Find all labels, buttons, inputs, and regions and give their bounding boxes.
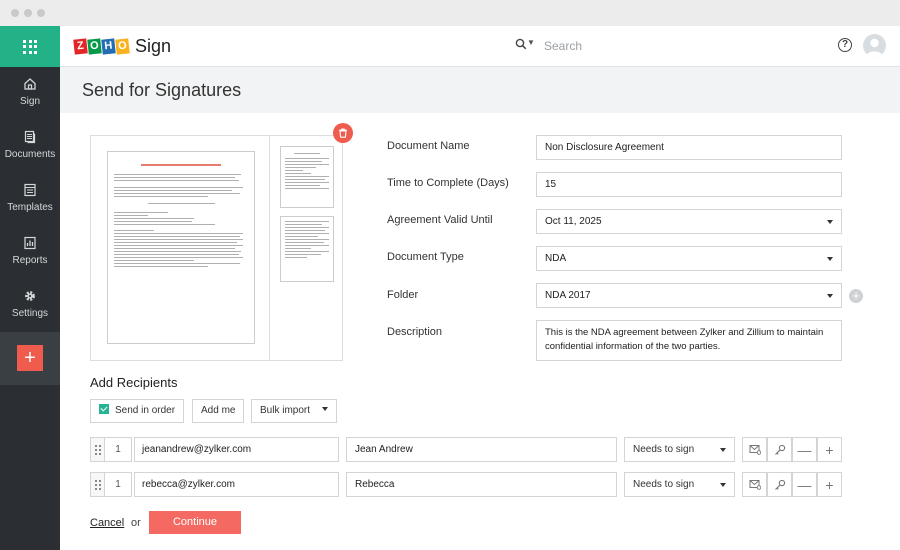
time-to-complete-field[interactable]: 15	[536, 172, 842, 197]
document-preview	[90, 135, 343, 361]
window-dot[interactable]	[24, 9, 32, 17]
recipient-email-field[interactable]: rebecca@zylker.com	[134, 472, 339, 497]
top-bar: Z O H O Sign ▼ ?	[60, 26, 900, 67]
documents-icon	[24, 130, 36, 144]
or-text: or	[131, 517, 141, 529]
document-name-label: Document Name	[387, 140, 470, 152]
sidebar-item-label: Settings	[11, 308, 49, 319]
search-input[interactable]	[544, 36, 744, 56]
recipient-row: 1 rebecca@zylker.com Rebecca Needs to si…	[90, 472, 842, 497]
product-name: Sign	[135, 35, 172, 56]
home-icon	[24, 78, 36, 90]
sidebar-add-area: +	[0, 332, 60, 385]
folder-label: Folder	[387, 289, 419, 301]
sidebar-item-label: Sign	[19, 96, 40, 107]
message-icon	[749, 445, 761, 455]
help-icon[interactable]: ?	[838, 38, 852, 52]
time-to-complete-label: Time to Complete (Days)	[387, 177, 509, 189]
page-thumbnail[interactable]	[280, 146, 334, 208]
page-header: Send for Signatures	[60, 67, 900, 113]
document-type-label: Document Type	[387, 251, 464, 263]
sidebar-item-label: Reports	[12, 255, 48, 266]
logo-letter: H	[101, 37, 116, 55]
zoho-sign-logo[interactable]: Z O H O Sign	[73, 35, 172, 57]
new-document-button[interactable]: +	[17, 345, 43, 371]
recipient-role-select[interactable]: Needs to sign	[624, 472, 735, 497]
add-recipient-button[interactable]: +	[817, 437, 842, 462]
page-thumbnail[interactable]	[280, 216, 334, 282]
logo-letter: Z	[73, 37, 88, 55]
sidebar-item-documents[interactable]: Documents	[0, 120, 60, 173]
sidebar-item-reports[interactable]: Reports	[0, 226, 60, 279]
chevron-down-icon	[322, 407, 329, 411]
app-window: Sign Documents Templates Reports Setting…	[0, 0, 900, 550]
add-folder-button[interactable]: +	[849, 289, 863, 303]
description-label: Description	[387, 326, 443, 338]
add-me-button[interactable]: Add me	[192, 399, 245, 423]
signing-order-field[interactable]: 1	[104, 437, 132, 462]
window-dot[interactable]	[11, 9, 19, 17]
gear-icon	[25, 291, 35, 301]
recipient-name-field[interactable]: Jean Andrew	[346, 437, 617, 462]
add-recipients-title: Add Recipients	[90, 375, 178, 390]
document-type-select[interactable]: NDA	[536, 246, 842, 271]
user-icon	[866, 38, 883, 57]
sidebar-item-sign[interactable]: Sign	[0, 67, 60, 120]
chevron-down-icon[interactable]: ▼	[527, 38, 535, 47]
sidebar-item-templates[interactable]: Templates	[0, 173, 60, 226]
sidebar-item-label: Documents	[4, 149, 56, 160]
sidebar-item-settings[interactable]: Settings	[0, 279, 60, 332]
avatar[interactable]	[863, 34, 886, 57]
folder-select[interactable]: NDA 2017	[536, 283, 842, 308]
cancel-link[interactable]: Cancel	[90, 517, 124, 529]
recipient-name-field[interactable]: Rebecca	[346, 472, 617, 497]
private-message-button[interactable]	[742, 437, 767, 462]
add-recipient-button[interactable]: +	[817, 472, 842, 497]
logo-letter: O	[87, 37, 102, 55]
remove-recipient-button[interactable]: —	[792, 472, 817, 497]
trash-icon	[339, 128, 347, 138]
drag-handle-icon[interactable]	[90, 437, 104, 462]
message-icon	[749, 480, 761, 490]
key-icon	[774, 444, 785, 455]
document-page[interactable]	[107, 151, 255, 344]
recipient-row: 1 jeanandrew@zylker.com Jean Andrew Need…	[90, 437, 842, 462]
window-dot[interactable]	[37, 9, 45, 17]
key-icon	[774, 479, 785, 490]
recipient-email-field[interactable]: jeanandrew@zylker.com	[134, 437, 339, 462]
recipient-role-select[interactable]: Needs to sign	[624, 437, 735, 462]
templates-icon	[24, 183, 36, 197]
logo-letter: O	[115, 37, 130, 55]
drag-handle-icon[interactable]	[90, 472, 104, 497]
description-field[interactable]: This is the NDA agreement between Zylker…	[536, 320, 842, 361]
bulk-import-label: Bulk import	[260, 405, 311, 416]
search-icon[interactable]	[515, 38, 527, 50]
document-name-field[interactable]: Non Disclosure Agreement	[536, 135, 842, 160]
authentication-button[interactable]	[767, 472, 792, 497]
main-content: Document Name Non Disclosure Agreement T…	[60, 113, 900, 550]
window-titlebar	[0, 0, 900, 26]
zoho-logo-mark: Z O H O	[73, 37, 130, 55]
reports-icon	[24, 236, 36, 250]
valid-until-label: Agreement Valid Until	[387, 214, 493, 226]
page-title: Send for Signatures	[82, 80, 242, 100]
checkbox-checked-icon	[99, 404, 109, 414]
document-preview-main	[91, 136, 270, 360]
send-in-order-label: Send in order	[115, 405, 176, 416]
private-message-button[interactable]	[742, 472, 767, 497]
bulk-import-button[interactable]: Bulk import	[251, 399, 338, 423]
grid-icon	[23, 39, 37, 54]
delete-document-button[interactable]	[333, 123, 353, 143]
send-in-order-checkbox[interactable]: Send in order	[90, 399, 185, 423]
continue-button[interactable]: Continue	[149, 511, 241, 534]
sidebar-item-label: Templates	[7, 202, 53, 213]
remove-recipient-button[interactable]: —	[792, 437, 817, 462]
sidebar: Sign Documents Templates Reports Setting…	[0, 26, 60, 550]
valid-until-select[interactable]: Oct 11, 2025	[536, 209, 842, 234]
authentication-button[interactable]	[767, 437, 792, 462]
apps-menu-button[interactable]	[0, 26, 60, 67]
signing-order-field[interactable]: 1	[104, 472, 132, 497]
